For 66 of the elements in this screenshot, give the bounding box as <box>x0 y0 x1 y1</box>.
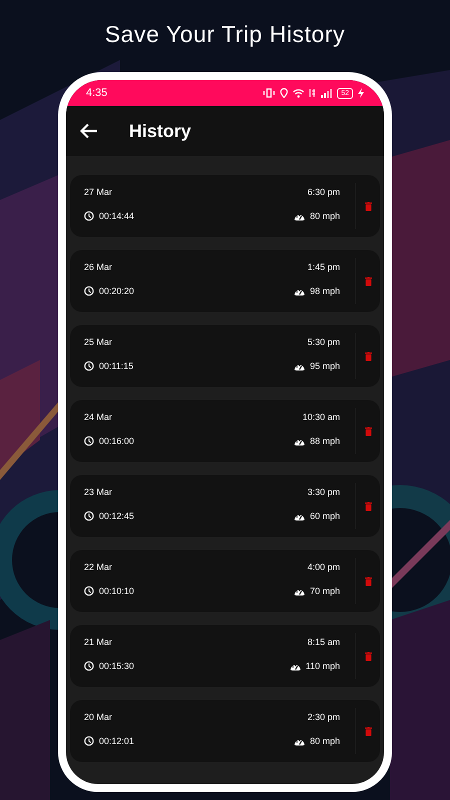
screen-title: History <box>129 120 192 143</box>
status-time: 4:35 <box>86 86 108 101</box>
trip-speed: 80 mph <box>310 734 340 748</box>
trip-card[interactable]: 22 Mar 4:00 pm 00:10:10 70 mph <box>70 550 380 612</box>
delete-icon[interactable] <box>364 726 372 736</box>
trip-duration: 00:20:20 <box>99 284 134 298</box>
clock-icon <box>84 361 94 372</box>
trip-time: 10:30 am <box>302 411 340 424</box>
trip-time: 6:30 pm <box>307 186 340 199</box>
delete-icon[interactable] <box>364 502 372 510</box>
headline: Save Your Trip History <box>104 20 346 49</box>
clock-icon <box>84 436 94 446</box>
trip-date: 21 Mar <box>84 636 112 649</box>
trip-card[interactable]: 27 Mar 6:30 pm 00:14:44 80 mph <box>70 175 380 237</box>
trip-speed: 80 mph <box>310 210 340 223</box>
trip-duration: 00:14:44 <box>99 210 134 222</box>
vibrate-icon <box>263 88 276 98</box>
trip-duration: 00:12:01 <box>99 734 134 748</box>
trip-time: 4:00 pm <box>307 561 340 574</box>
trip-card[interactable]: 21 Mar 8:15 am 00:15:30 110 mph <box>70 625 380 687</box>
trip-speed: 70 mph <box>310 584 340 598</box>
clock-icon <box>84 736 94 746</box>
delete-icon[interactable] <box>364 276 372 286</box>
trip-card[interactable]: 25 Mar 5:30 pm 00:11:15 95 mph <box>70 325 380 387</box>
trip-duration: 00:15:30 <box>99 660 134 672</box>
charging-icon <box>358 88 364 98</box>
trip-time: 5:30 pm <box>307 336 340 349</box>
trip-time: 1:45 pm <box>307 261 340 274</box>
trip-time: 2:30 pm <box>307 711 340 724</box>
trip-duration: 00:16:00 <box>99 434 134 448</box>
delete-icon[interactable] <box>364 576 372 586</box>
trip-card[interactable]: 23 Mar 3:30 pm 00:12:45 60 mph <box>70 475 380 537</box>
trip-date: 20 Mar <box>84 711 112 724</box>
trip-card[interactable]: 26 Mar 1:45 pm 00:20:20 98 mph <box>70 250 380 312</box>
trip-date: 24 Mar <box>84 411 112 424</box>
back-icon[interactable] <box>80 123 98 139</box>
location-icon <box>280 88 288 98</box>
trip-duration: 00:11:15 <box>99 360 134 372</box>
clock-icon <box>84 661 94 672</box>
clock-icon <box>84 586 94 596</box>
delete-icon[interactable] <box>364 352 372 360</box>
wifi-icon <box>293 88 304 98</box>
trip-date: 27 Mar <box>84 186 112 199</box>
clock-icon <box>84 511 94 522</box>
delete-icon[interactable] <box>364 652 372 660</box>
trip-speed: 88 mph <box>310 434 340 448</box>
clock-icon <box>84 211 94 222</box>
signal-icon <box>321 88 332 98</box>
trip-card[interactable]: 24 Mar 10:30 am 00:16:00 88 mph <box>70 400 380 462</box>
trip-date: 22 Mar <box>84 561 112 574</box>
trip-time: 8:15 am <box>307 636 340 649</box>
trip-date: 25 Mar <box>84 336 112 349</box>
trip-date: 23 Mar <box>84 486 112 499</box>
trip-speed: 98 mph <box>310 284 340 298</box>
clock-icon <box>84 286 94 296</box>
delete-icon[interactable] <box>364 202 372 210</box>
trip-duration: 00:10:10 <box>99 584 134 598</box>
delete-icon[interactable] <box>364 426 372 436</box>
trip-time: 3:30 pm <box>307 486 340 499</box>
trip-duration: 00:12:45 <box>99 510 134 522</box>
trip-date: 26 Mar <box>84 261 112 274</box>
data-icon <box>309 88 316 98</box>
trip-speed: 110 mph <box>306 660 340 673</box>
trip-speed: 95 mph <box>310 360 340 373</box>
trip-speed: 60 mph <box>310 510 340 523</box>
trip-card[interactable]: 20 Mar 2:30 pm 00:12:01 80 mph <box>70 700 380 762</box>
